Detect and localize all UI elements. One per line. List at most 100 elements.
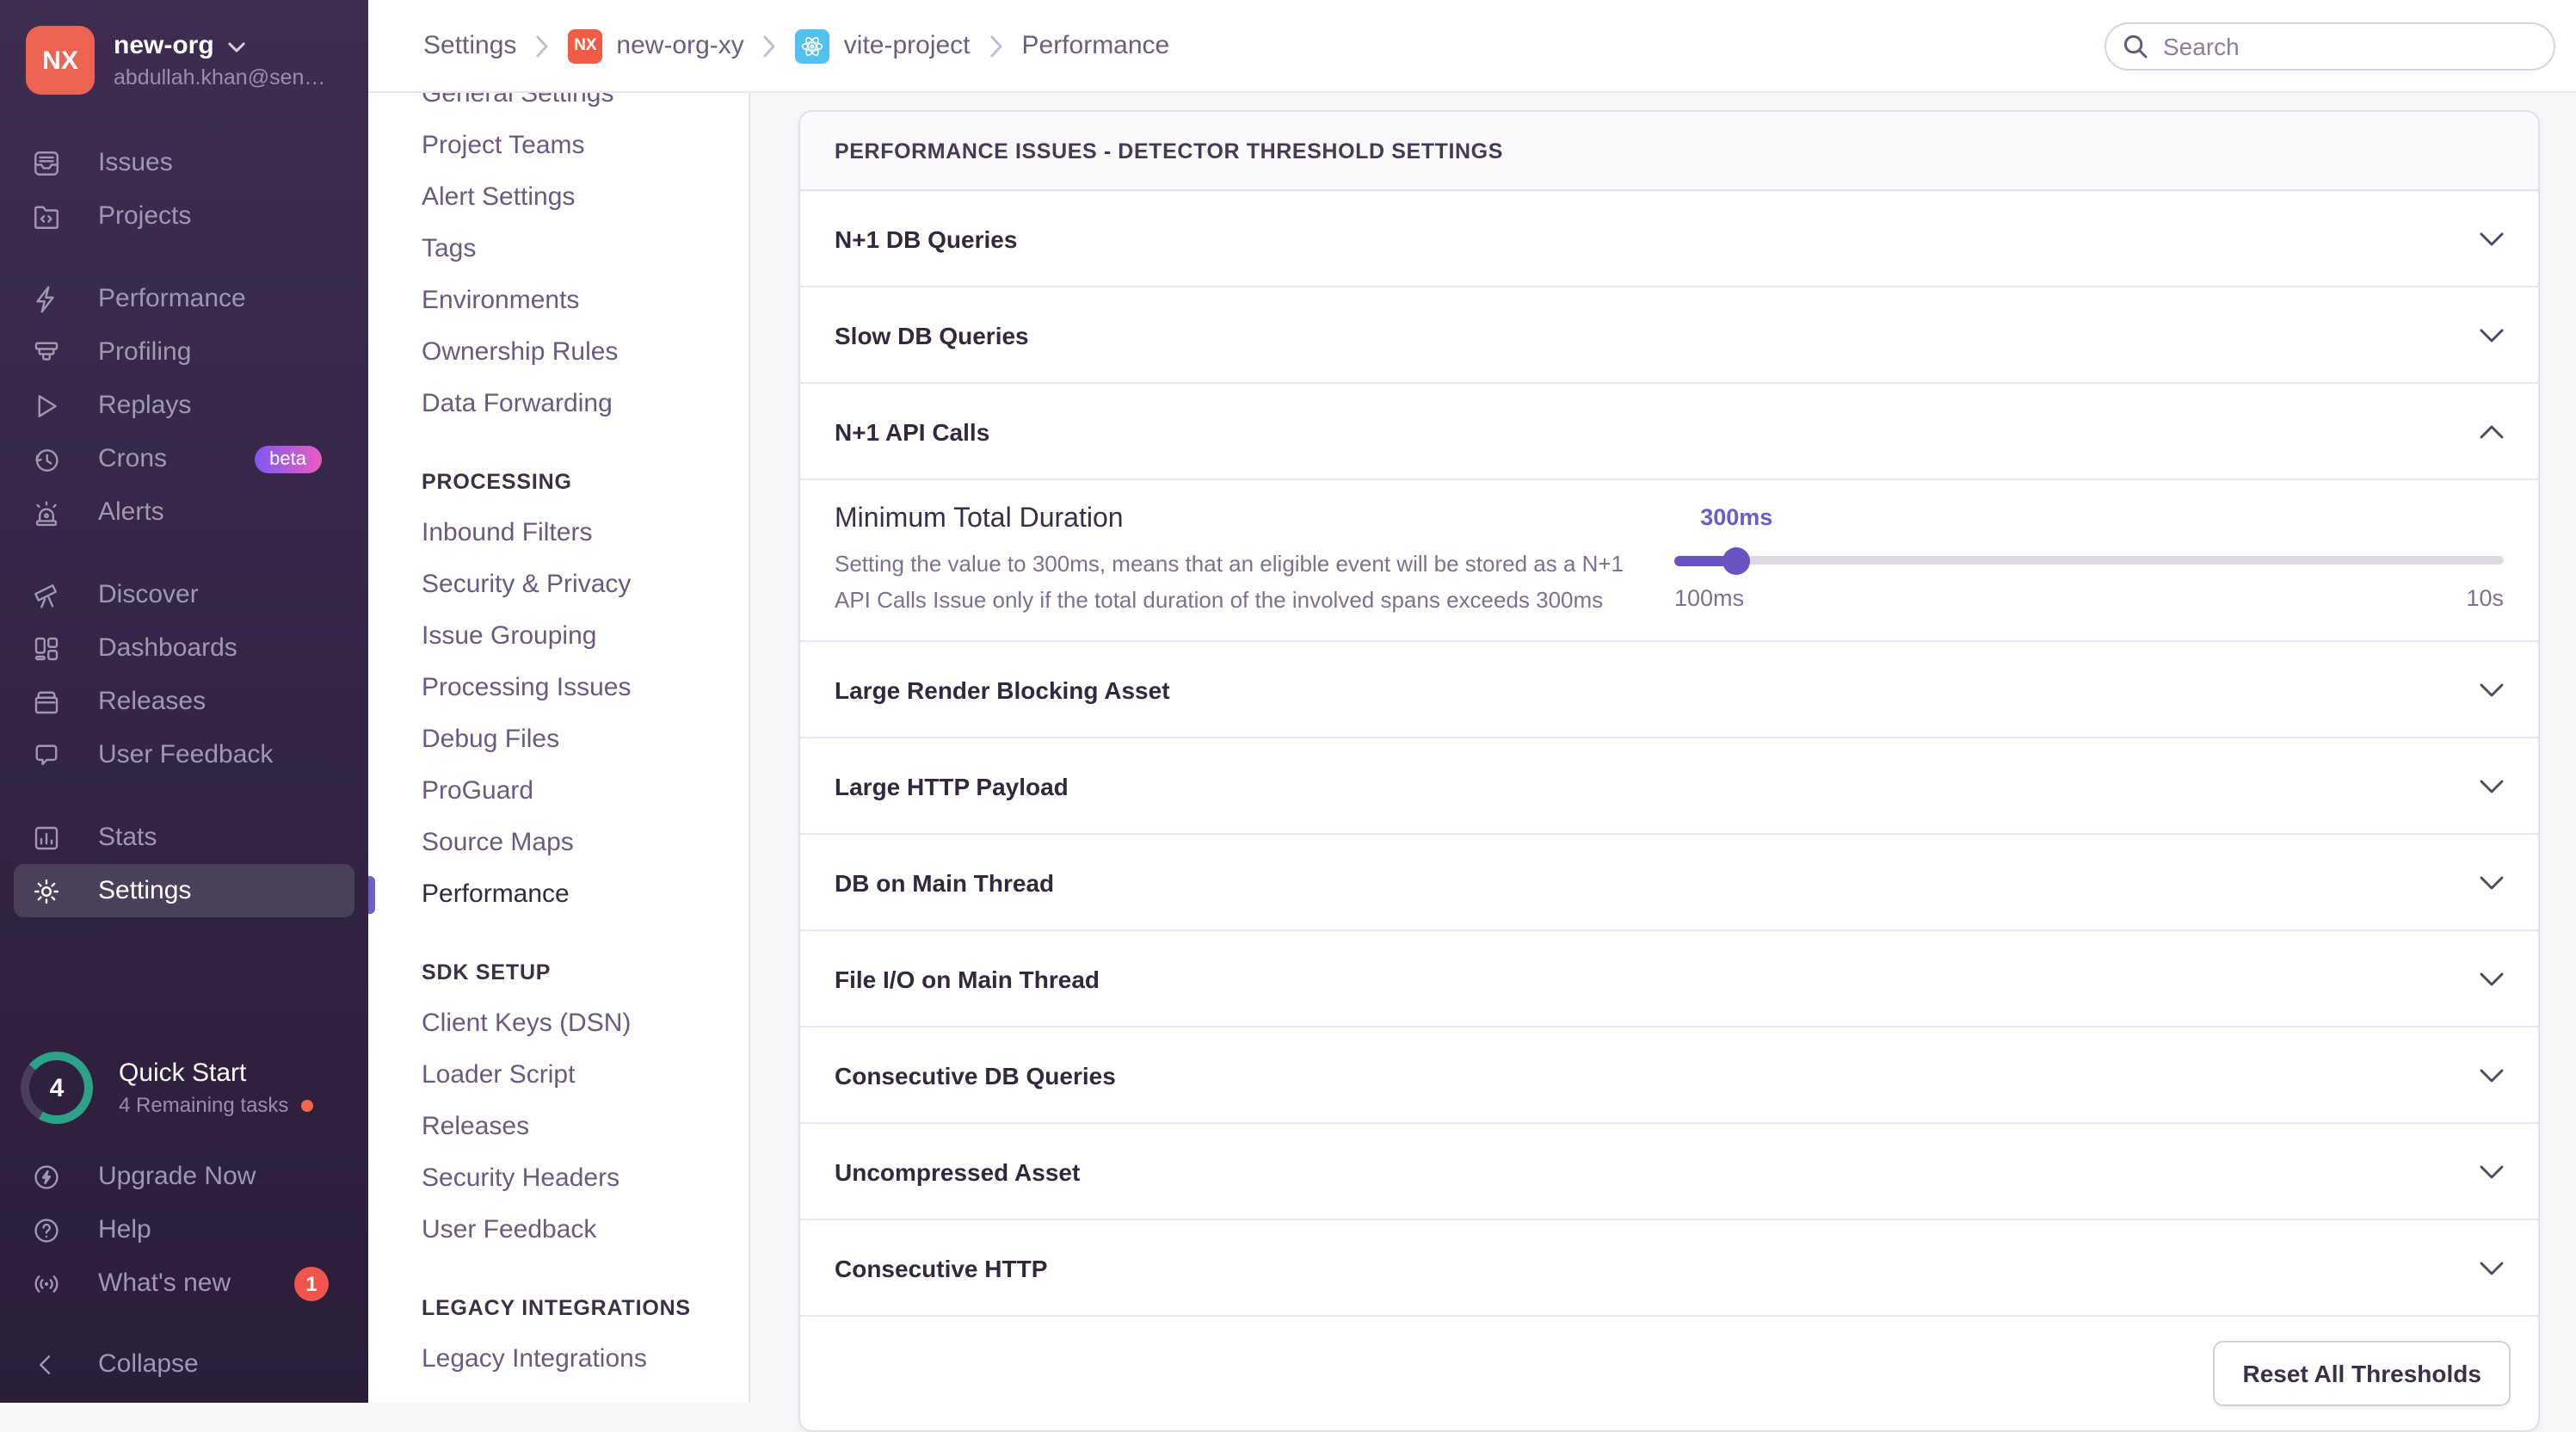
sidebar-item-label: Releases xyxy=(98,687,206,716)
settings-nav-alert-settings[interactable]: Alert Settings xyxy=(422,172,749,224)
search-input[interactable] xyxy=(2105,22,2555,70)
settings-nav-environments[interactable]: Environments xyxy=(422,275,749,327)
chevron-down-icon xyxy=(2480,1068,2504,1082)
sidebar-item-settings[interactable]: Settings xyxy=(14,864,354,917)
sidebar-item-label: Settings xyxy=(98,876,192,905)
sidebar-nav: Issues Projects Performance Profiling Re… xyxy=(0,115,368,947)
settings-nav-issue-grouping[interactable]: Issue Grouping xyxy=(422,611,749,663)
settings-nav-performance[interactable]: Performance xyxy=(368,869,749,921)
accordion-row-n1-api-calls[interactable]: N+1 API Calls xyxy=(800,384,2538,480)
settings-nav-debug-files[interactable]: Debug Files xyxy=(422,714,749,766)
settings-nav-source-maps[interactable]: Source Maps xyxy=(422,818,749,869)
releases-icon xyxy=(31,686,62,717)
sidebar-item-crons[interactable]: Crons beta xyxy=(0,432,368,485)
settings-nav-section-legacy-integrations: LEGACY INTEGRATIONS xyxy=(422,1296,691,1320)
top-bar: Settings NX new-org-xy vite-project Perf… xyxy=(368,0,2576,93)
chevron-down-icon xyxy=(2480,231,2504,245)
issues-icon xyxy=(31,147,62,178)
discover-icon xyxy=(31,579,62,610)
sidebar-item-help[interactable]: Help xyxy=(0,1203,368,1256)
search-icon xyxy=(2122,32,2149,59)
alerts-icon xyxy=(31,497,62,528)
org-switcher[interactable]: NX new-org abdullah.khan@sen… xyxy=(0,0,368,115)
settings-nav-tags[interactable]: Tags xyxy=(422,224,749,275)
accordion-row-db-on-main-thread[interactable]: DB on Main Thread xyxy=(800,835,2538,931)
settings-nav-user-feedback[interactable]: User Feedback xyxy=(422,1205,749,1256)
sidebar-item-stats[interactable]: Stats xyxy=(0,811,368,864)
settings-nav-client-keys[interactable]: Client Keys (DSN) xyxy=(422,998,749,1050)
sidebar-item-dashboards[interactable]: Dashboards xyxy=(0,621,368,675)
accordion-row-consecutive-db-queries[interactable]: Consecutive DB Queries xyxy=(800,1028,2538,1124)
sidebar-item-releases[interactable]: Releases xyxy=(0,675,368,728)
sidebar-collapse-button[interactable]: Collapse xyxy=(0,1337,368,1391)
slider-handle[interactable] xyxy=(1722,546,1751,574)
sidebar-item-projects[interactable]: Projects xyxy=(0,189,368,243)
sidebar-item-label: Replays xyxy=(98,391,192,420)
settings-nav-project-teams[interactable]: Project Teams xyxy=(422,120,749,172)
settings-nav: General Settings Project Teams Alert Set… xyxy=(368,0,750,1403)
sidebar-item-replays[interactable]: Replays xyxy=(0,379,368,432)
chevron-down-icon xyxy=(2480,875,2504,889)
sidebar-item-label: Issues xyxy=(98,148,173,177)
quickstart-title: Quick Start xyxy=(119,1059,247,1088)
upgrade-icon xyxy=(31,1161,62,1192)
accordion-row-large-http-payload[interactable]: Large HTTP Payload xyxy=(800,738,2538,835)
reset-all-thresholds-button[interactable]: Reset All Thresholds xyxy=(2213,1341,2511,1406)
sidebar-item-label: Dashboards xyxy=(98,633,237,663)
accordion-row-consecutive-http[interactable]: Consecutive HTTP xyxy=(800,1220,2538,1317)
org-chip-icon: NX xyxy=(568,28,603,63)
quickstart-progress-ring: 4 xyxy=(21,1052,93,1124)
breadcrumb-separator-icon xyxy=(989,34,1003,58)
whats-new-badge: 1 xyxy=(294,1266,329,1300)
accordion-row-uncompressed-asset[interactable]: Uncompressed Asset xyxy=(800,1124,2538,1220)
settings-nav-proguard[interactable]: ProGuard xyxy=(422,766,749,818)
settings-nav-security-privacy[interactable]: Security & Privacy xyxy=(422,559,749,611)
sidebar-item-profiling[interactable]: Profiling xyxy=(0,325,368,379)
settings-nav-legacy-integrations[interactable]: Legacy Integrations xyxy=(422,1334,749,1386)
sidebar-item-alerts[interactable]: Alerts xyxy=(0,485,368,539)
settings-nav-releases[interactable]: Releases xyxy=(422,1102,749,1153)
broadcast-icon xyxy=(31,1268,62,1299)
crons-icon xyxy=(31,443,62,474)
chevron-down-icon xyxy=(2480,779,2504,793)
slider-track[interactable] xyxy=(1674,556,2504,565)
breadcrumb-settings[interactable]: Settings xyxy=(423,31,516,60)
chevron-left-icon xyxy=(31,1349,62,1380)
settings-nav-ownership-rules[interactable]: Ownership Rules xyxy=(422,327,749,379)
chevron-down-icon xyxy=(2480,682,2504,696)
settings-nav-security-headers[interactable]: Security Headers xyxy=(422,1153,749,1205)
sidebar-item-label: Help xyxy=(98,1215,151,1244)
org-name: new-org xyxy=(114,31,214,60)
settings-nav-loader-script[interactable]: Loader Script xyxy=(422,1050,749,1102)
sidebar-item-performance[interactable]: Performance xyxy=(0,272,368,325)
sidebar-item-user-feedback[interactable]: User Feedback xyxy=(0,728,368,781)
accordion-row-slow-db-queries[interactable]: Slow DB Queries xyxy=(800,287,2538,384)
sidebar-item-label: What's new xyxy=(98,1268,231,1298)
settings-nav-inbound-filters[interactable]: Inbound Filters xyxy=(422,508,749,559)
user-feedback-icon xyxy=(31,739,62,770)
accordion-row-large-render-blocking-asset[interactable]: Large Render Blocking Asset xyxy=(800,642,2538,738)
sidebar-item-label: Crons xyxy=(98,444,168,473)
stats-icon xyxy=(31,822,62,853)
settings-nav-data-forwarding[interactable]: Data Forwarding xyxy=(422,379,749,430)
accordion-row-n1-db-queries[interactable]: N+1 DB Queries xyxy=(800,191,2538,287)
sentry-app: NX new-org abdullah.khan@sen… Issues Pro… xyxy=(0,0,2576,1432)
settings-nav-section-sdk-setup: SDK SETUP xyxy=(422,960,552,985)
accordion-row-file-io-on-main-thread[interactable]: File I/O on Main Thread xyxy=(800,931,2538,1028)
quick-start-item[interactable]: 4 Quick Start 4 Remaining tasks xyxy=(0,1052,368,1124)
sidebar-item-upgrade-now[interactable]: Upgrade Now xyxy=(0,1150,368,1203)
notification-dot xyxy=(300,1099,313,1111)
sidebar-item-discover[interactable]: Discover xyxy=(0,568,368,621)
sidebar-item-label: Upgrade Now xyxy=(98,1162,256,1191)
help-icon xyxy=(31,1214,62,1245)
breadcrumb-organization[interactable]: NX new-org-xy xyxy=(568,28,744,63)
breadcrumb-separator-icon xyxy=(763,34,777,58)
sidebar-item-issues[interactable]: Issues xyxy=(0,136,368,189)
sidebar-item-label: Performance xyxy=(98,284,246,313)
chevron-down-icon xyxy=(2480,972,2504,985)
performance-icon xyxy=(31,283,62,314)
settings-nav-processing-issues[interactable]: Processing Issues xyxy=(422,663,749,714)
breadcrumb-project[interactable]: vite-project xyxy=(795,28,971,63)
profiling-icon xyxy=(31,336,62,367)
sidebar-item-whats-new[interactable]: What's new 1 xyxy=(0,1256,368,1310)
